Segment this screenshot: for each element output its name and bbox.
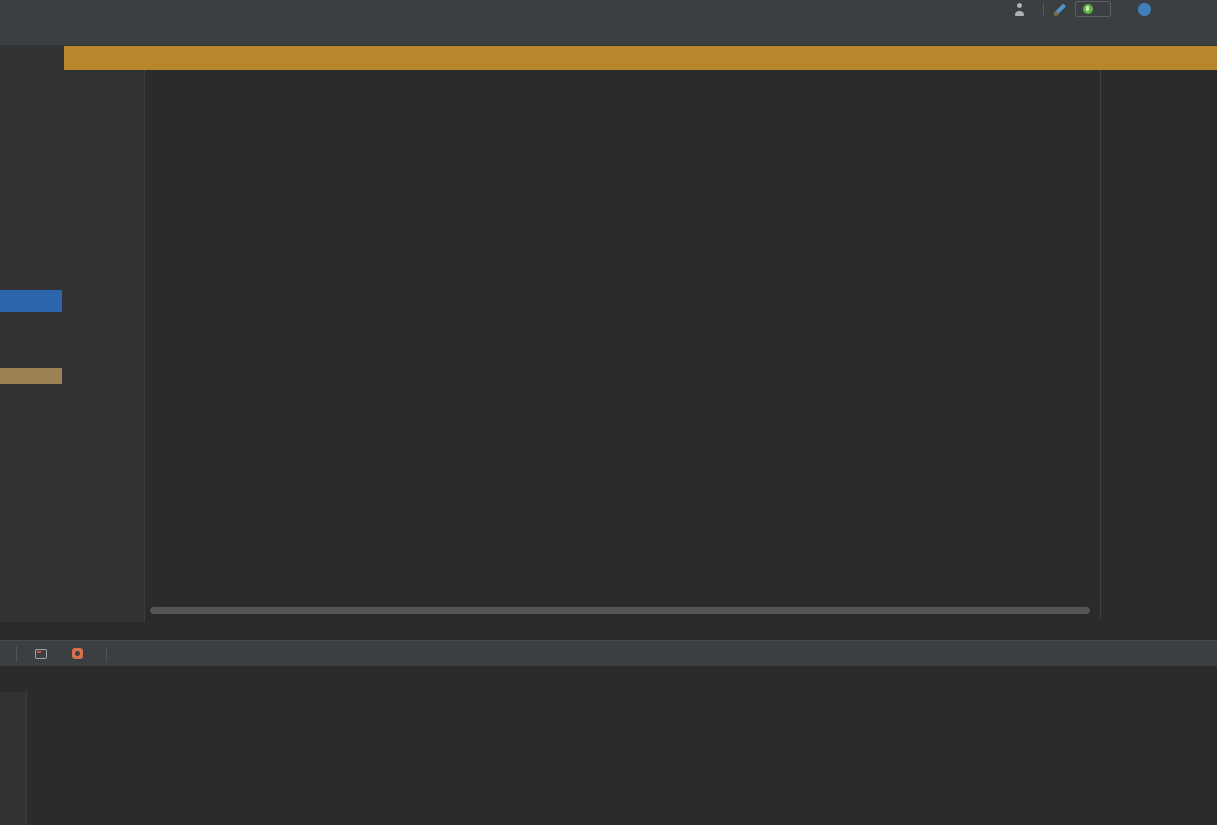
toolbar-separator <box>1043 3 1044 15</box>
debug-toolbar <box>0 640 1217 666</box>
debug-side-toolbar <box>0 692 27 825</box>
navbar-right-toolbar <box>1013 1 1211 17</box>
decompiler-banner <box>64 46 1217 70</box>
code-editor[interactable] <box>0 70 1217 622</box>
navigation-bar <box>0 0 1217 18</box>
toolbar-separator <box>16 645 17 662</box>
tool-pen-icon[interactable] <box>1053 3 1066 16</box>
editor-tab-bar <box>0 18 1217 46</box>
tab-bar-controls <box>0 18 52 45</box>
spring-boot-icon <box>1083 4 1093 14</box>
toolbar-separator <box>106 645 107 662</box>
console-icon <box>35 648 47 659</box>
user-icon[interactable] <box>1013 2 1025 16</box>
endpoints-icon <box>72 648 83 659</box>
run-configuration-select[interactable] <box>1075 1 1111 17</box>
editor-tabs <box>52 18 1217 45</box>
horizontal-scrollbar[interactable] <box>150 607 1090 614</box>
ide-window: { "colors": { "editor_bg": "#2B2B2B", "g… <box>0 0 1217 825</box>
tab-console[interactable] <box>25 641 62 666</box>
update-application-icon[interactable] <box>1138 2 1151 16</box>
tab-endpoints[interactable] <box>62 641 98 666</box>
variables-tree <box>27 694 1217 784</box>
